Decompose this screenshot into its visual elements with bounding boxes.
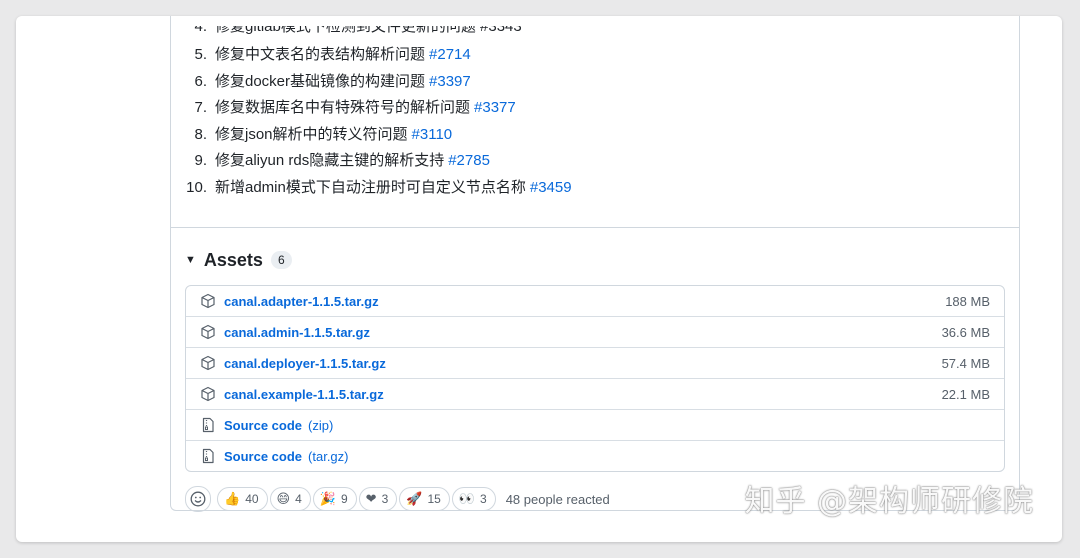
- reaction-count: 40: [245, 492, 259, 506]
- asset-link[interactable]: canal.example-1.1.5.tar.gz: [224, 387, 384, 402]
- reaction-count: 3: [480, 492, 487, 506]
- heart-icon: ❤: [365, 491, 377, 506]
- list-number: 7.: [194, 99, 207, 116]
- asset-size: 22.1 MB: [941, 386, 990, 402]
- asset-link[interactable]: canal.adapter-1.1.5.tar.gz: [224, 294, 379, 309]
- package-icon: [200, 386, 216, 402]
- release-note-item: 7. 修复数据库名中有特殊符号的解析问题 #3377: [171, 95, 516, 121]
- issue-link[interactable]: #3459: [530, 179, 572, 196]
- assets-header[interactable]: ▼ Assets 6: [185, 248, 292, 272]
- issue-link[interactable]: #3397: [429, 73, 471, 90]
- release-note-text: 新增admin模式下自动注册时可自定义节点名称: [215, 178, 526, 196]
- assets-list: canal.adapter-1.1.5.tar.gz 188 MB canal.ad…: [185, 285, 1005, 472]
- reaction-button[interactable]: 👍 40: [217, 487, 268, 511]
- asset-size: 36.6 MB: [941, 324, 990, 340]
- watermark: 知乎 @架构师研修院: [744, 484, 1034, 519]
- eyes-icon: 👀: [458, 491, 475, 506]
- asset-row[interactable]: canal.example-1.1.5.tar.gz 22.1 MB: [186, 378, 1004, 409]
- asset-size: 188 MB: [945, 293, 990, 309]
- issue-link[interactable]: #3377: [474, 99, 516, 116]
- assets-title: Assets: [203, 249, 263, 270]
- asset-ext: (tar.gz): [308, 448, 349, 464]
- package-icon: [200, 355, 216, 371]
- reaction-count: 3: [381, 492, 389, 506]
- list-number: 10.: [186, 178, 207, 196]
- issue-link[interactable]: #2785: [448, 152, 490, 169]
- release-notes: 4. 修复gitlab模式下检测到文件更新的问题 #3343 5. 修复中文表名的表…: [171, 16, 1019, 228]
- file-zip-icon: [200, 448, 216, 464]
- asset-link[interactable]: Source code: [224, 449, 302, 464]
- asset-link[interactable]: canal.admin-1.1.5.tar.gz: [224, 325, 370, 340]
- release-note-item: 8. 修复json解析中的转义符问题 #3110: [171, 122, 452, 148]
- release-note-partial: 4. 修复gitlab模式下检测到文件更新的问题 #3343: [194, 18, 522, 35]
- reaction-count: 9: [340, 492, 348, 506]
- release-note-text: 修复中文表名的表结构解析问题: [215, 46, 426, 63]
- release-note-item: 9. 修复aliyun rds隐藏主键的解析支持 #2785: [171, 148, 490, 174]
- release-note-item: 5. 修复中文表名的表结构解析问题 #2714: [171, 42, 471, 68]
- asset-row[interactable]: Source code (zip): [186, 409, 1004, 440]
- add-reaction-button[interactable]: [185, 486, 211, 512]
- release-note-text: 修复json解析中的转义符问题: [215, 125, 408, 143]
- list-number: 6.: [194, 72, 207, 90]
- reactions-bar: 👍 40 😄 4 🎉 9 ❤ 3 🚀 15 👀 3 48 people reacted: [185, 486, 610, 512]
- asset-size: 57.4 MB: [941, 355, 990, 371]
- laugh-icon: 😄: [276, 491, 291, 506]
- smiley-icon: [190, 491, 206, 507]
- reaction-count: 15: [427, 492, 441, 506]
- asset-row[interactable]: canal.deployer-1.1.5.tar.gz 57.4 MB: [186, 347, 1004, 378]
- asset-row[interactable]: canal.adapter-1.1.5.tar.gz 188 MB: [186, 286, 1004, 316]
- list-number: 8.: [194, 125, 207, 143]
- issue-link[interactable]: #3110: [412, 126, 453, 143]
- caret-down-icon[interactable]: ▼: [185, 254, 196, 266]
- assets-count-badge: 6: [270, 251, 292, 269]
- hooray-icon: 🎉: [319, 491, 336, 506]
- asset-ext: (zip): [308, 417, 334, 433]
- reaction-count: 4: [295, 492, 302, 506]
- file-zip-icon: [200, 417, 216, 433]
- reaction-button[interactable]: 🎉 9: [312, 487, 357, 511]
- rocket-icon: 🚀: [406, 491, 423, 506]
- package-icon: [200, 293, 216, 309]
- list-number: 9.: [194, 152, 207, 169]
- reaction-button[interactable]: 😄 4: [269, 487, 311, 511]
- reaction-button[interactable]: ❤ 3: [358, 487, 398, 511]
- screenshot-frame: 4. 修复gitlab模式下检测到文件更新的问题 #3343 5. 修复中文表名的表…: [16, 16, 1062, 542]
- release-note-text: 修复aliyun rds隐藏主键的解析支持: [215, 152, 445, 169]
- reactions-summary: 48 people reacted: [505, 491, 610, 507]
- asset-row[interactable]: Source code (tar.gz): [186, 440, 1004, 471]
- release-card: 4. 修复gitlab模式下检测到文件更新的问题 #3343 5. 修复中文表名的表…: [170, 16, 1020, 512]
- issue-link[interactable]: #2714: [429, 46, 471, 63]
- thumbs-up-icon: 👍: [224, 491, 241, 506]
- asset-link[interactable]: Source code: [224, 418, 302, 433]
- list-number: 5.: [194, 46, 207, 63]
- package-icon: [200, 324, 216, 340]
- release-note-item: 10. 新增admin模式下自动注册时可自定义节点名称 #3459: [171, 175, 572, 201]
- asset-row[interactable]: canal.admin-1.1.5.tar.gz 36.6 MB: [186, 316, 1004, 347]
- release-note-text: 修复docker基础镜像的构建问题: [215, 72, 426, 90]
- asset-link[interactable]: canal.deployer-1.1.5.tar.gz: [224, 356, 386, 371]
- reaction-button[interactable]: 🚀 15: [399, 487, 450, 511]
- release-note-text: 修复数据库名中有特殊符号的解析问题: [215, 99, 471, 116]
- reaction-button[interactable]: 👀 3: [451, 487, 496, 511]
- release-note-item: 6. 修复docker基础镜像的构建问题 #3397: [171, 69, 471, 95]
